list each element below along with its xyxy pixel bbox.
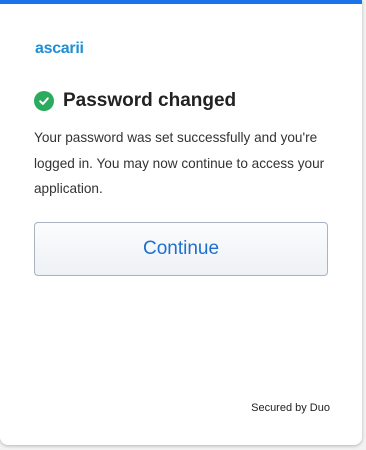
secured-by-text: Secured by Duo <box>251 402 330 414</box>
status-heading: Password changed <box>34 90 236 112</box>
prompt-card: ascarii Password changed Your password w… <box>0 0 362 445</box>
check-circle-icon <box>34 91 54 111</box>
status-message: Your password was set successfully and y… <box>34 130 325 196</box>
accent-bar <box>0 0 362 4</box>
continue-button[interactable]: Continue <box>34 222 328 276</box>
brand-logo: ascarii <box>35 40 84 57</box>
page-title: Password changed <box>63 90 237 111</box>
